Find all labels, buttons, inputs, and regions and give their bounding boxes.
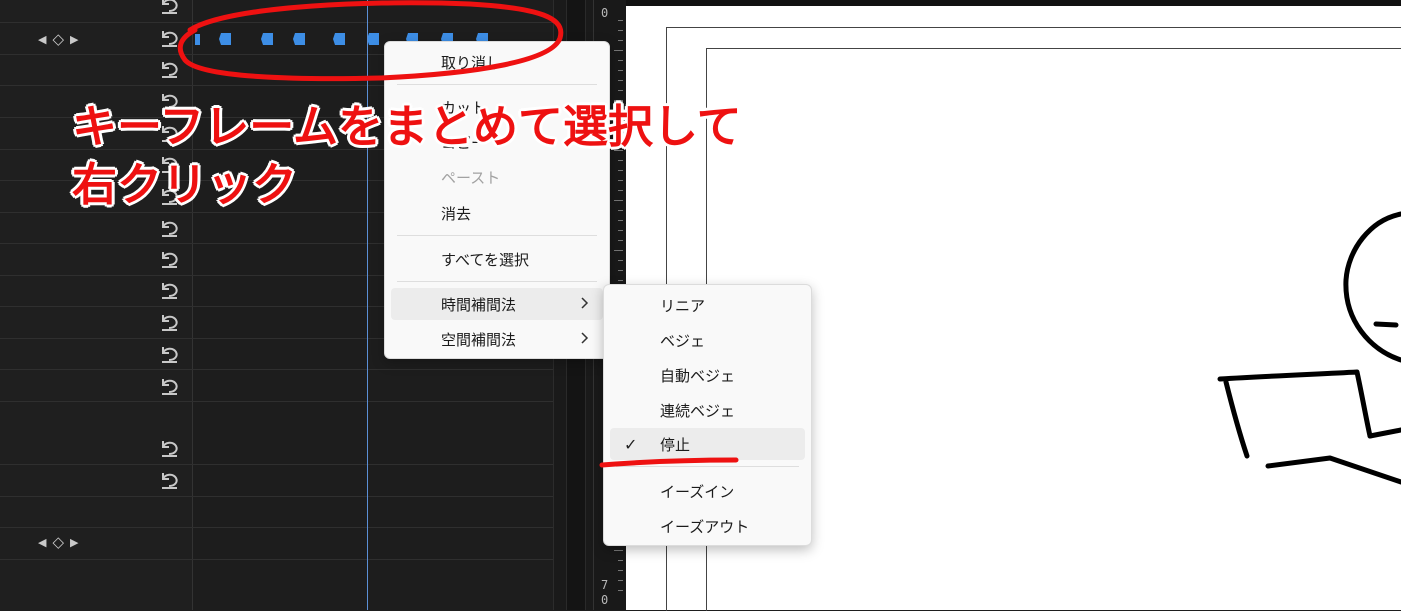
chevron-right-icon	[581, 297, 589, 309]
menu-item-label: 取り消し	[441, 53, 502, 72]
ruler-tick	[618, 30, 623, 31]
reset-parameter-icon[interactable]	[159, 437, 181, 459]
menu-separator	[616, 466, 799, 467]
ruler-label-bottom: 7	[601, 578, 609, 592]
reset-parameter-icon[interactable]	[159, 469, 181, 491]
timeline-row-divider	[0, 369, 553, 370]
ruler-tick	[618, 40, 623, 41]
submenu-item-hold[interactable]: ✓ 停止	[610, 428, 805, 460]
menu-item-label: 連続ベジェ	[660, 401, 736, 420]
menu-item-undo[interactable]: 取り消し	[391, 46, 603, 78]
ruler-tick	[618, 90, 623, 91]
ruler-tick	[618, 240, 623, 241]
menu-item-label: すべてを選択	[441, 250, 530, 269]
ruler-tick	[618, 160, 623, 161]
submenu-item-ease-out[interactable]: イーズアウト	[610, 510, 805, 542]
annotation-text-line1: キーフレームをまとめて選択して	[72, 100, 742, 153]
menu-item-label: ベジェ	[660, 331, 706, 350]
ruler-tick	[618, 70, 623, 71]
menu-item-label: リニア	[660, 296, 706, 315]
ruler-tick	[614, 550, 623, 551]
prev-keyframe-icon[interactable]: ◀	[38, 33, 46, 46]
timeline-row-divider	[0, 527, 553, 528]
submenu-item-continuous-bezier[interactable]: 連続ベジェ	[610, 394, 805, 426]
menu-item-spatial-interpolation[interactable]: 空間補間法	[391, 323, 603, 355]
menu-item-label: イーズイン	[660, 482, 735, 501]
menu-item-label: 自動ベジェ	[660, 366, 736, 385]
ruler-tick	[618, 180, 623, 181]
ruler-tick	[618, 270, 623, 271]
keyframe-marker[interactable]	[292, 31, 305, 45]
ruler-tick	[618, 570, 623, 571]
ruler-label-bottom-2: 0	[601, 593, 609, 607]
menu-item-label: 空間補間法	[441, 330, 517, 349]
playhead[interactable]	[367, 0, 368, 610]
menu-item-label: 時間補間法	[441, 295, 517, 314]
keyframe-navigator-bottom: ◀ ◇ ▶	[38, 531, 102, 553]
ruler-tick	[618, 210, 623, 211]
ruler-label-top: 0	[601, 6, 609, 20]
reset-parameter-icon[interactable]	[159, 343, 181, 365]
ruler-tick	[618, 220, 623, 221]
ruler-tick	[618, 590, 623, 591]
ruler-tick	[618, 80, 623, 81]
add-keyframe-icon[interactable]: ◇	[52, 30, 64, 48]
ruler-tick	[618, 190, 623, 191]
ruler-tick	[618, 230, 623, 231]
reset-parameter-icon[interactable]	[159, 375, 181, 397]
context-menu: 取り消し カット コピー ペースト 消去 すべてを選択 時間補間法 空間補間法	[384, 41, 610, 359]
menu-item-clear[interactable]: 消去	[391, 197, 603, 229]
submenu-item-ease-in[interactable]: イーズイン	[610, 475, 805, 507]
timeline-row-divider	[0, 22, 553, 23]
menu-separator	[397, 84, 597, 85]
ruler-tick	[618, 170, 623, 171]
reset-parameter-icon[interactable]	[159, 27, 181, 49]
checkmark-icon: ✓	[624, 435, 638, 454]
keyframe-navigator-top: ◀ ◇ ▶	[38, 28, 102, 50]
menu-item-label: 停止	[660, 435, 691, 454]
reset-parameter-icon[interactable]	[159, 311, 181, 333]
timeline-row-divider	[0, 559, 553, 560]
submenu-item-auto-bezier[interactable]: 自動ベジェ	[610, 359, 805, 391]
ruler-tick	[614, 50, 623, 51]
menu-item-label: ペースト	[441, 168, 501, 187]
next-keyframe-icon[interactable]: ▶	[70, 33, 78, 46]
ruler-tick	[618, 260, 623, 261]
reset-parameter-icon[interactable]	[159, 58, 181, 80]
submenu-item-bezier[interactable]: ベジェ	[610, 324, 805, 356]
interpolation-submenu: リニア ベジェ 自動ベジェ 連続ベジェ ✓ 停止 イーズイン イーズアウト	[603, 284, 812, 546]
menu-item-temporal-interpolation[interactable]: 時間補間法	[391, 288, 603, 320]
menu-separator	[397, 235, 597, 236]
reset-parameter-icon[interactable]	[159, 248, 181, 270]
add-keyframe-icon[interactable]: ◇	[52, 533, 64, 551]
menu-item-paste[interactable]: ペースト	[391, 161, 603, 193]
keyframe-marker[interactable]	[218, 31, 231, 45]
menu-separator	[397, 281, 597, 282]
prev-keyframe-icon[interactable]: ◀	[38, 536, 46, 549]
annotation-text-line2: 右クリック	[72, 158, 298, 211]
ruler-tick	[618, 20, 623, 21]
reset-parameter-icon[interactable]	[159, 0, 181, 16]
menu-item-label: 消去	[441, 204, 472, 223]
reset-parameter-icon[interactable]	[159, 217, 181, 239]
timeline-row-divider	[0, 496, 553, 497]
reset-parameter-icon[interactable]	[159, 279, 181, 301]
ruler-tick	[618, 60, 623, 61]
keyframe-marker[interactable]	[194, 31, 205, 45]
ruler-tick	[618, 560, 623, 561]
menu-item-label: イーズアウト	[660, 517, 750, 536]
submenu-item-linear[interactable]: リニア	[610, 289, 805, 321]
ruler-tick	[618, 580, 623, 581]
chevron-right-icon	[581, 332, 589, 344]
ruler-tick	[614, 200, 623, 201]
next-keyframe-icon[interactable]: ▶	[70, 536, 78, 549]
timeline-row-divider	[0, 401, 553, 402]
keyframe-marker[interactable]	[332, 31, 345, 45]
keyframe-marker[interactable]	[260, 31, 273, 45]
ruler-tick	[618, 280, 623, 281]
ruler-tick	[614, 250, 623, 251]
timeline-row-divider	[0, 464, 553, 465]
menu-item-select-all[interactable]: すべてを選択	[391, 243, 603, 275]
